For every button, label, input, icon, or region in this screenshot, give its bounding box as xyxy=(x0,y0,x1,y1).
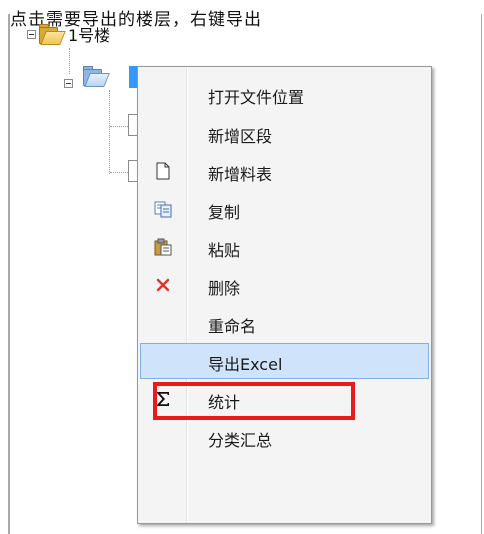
menu-item-export-excel[interactable]: 导出Excel xyxy=(140,343,429,379)
menu-item-delete[interactable]: 删除 xyxy=(140,267,429,303)
menu-item-statistics[interactable]: 统计 xyxy=(140,381,429,417)
menu-item-label: 导出Excel xyxy=(208,355,283,374)
tree-connector xyxy=(109,90,110,174)
menu-item-label: 分类汇总 xyxy=(208,431,273,450)
icon-slot xyxy=(140,191,186,227)
menu-item-label: 复制 xyxy=(208,203,241,222)
menu-item-label: 统计 xyxy=(208,393,241,412)
menu-item-open-file-location[interactable]: 打开文件位置 xyxy=(140,76,429,112)
delete-icon xyxy=(156,278,170,292)
menu-item-label: 新增料表 xyxy=(208,165,273,184)
paste-icon xyxy=(154,238,172,256)
icon-slot xyxy=(140,153,186,189)
new-document-icon xyxy=(156,162,170,180)
tree-node-root[interactable]: 1号楼 xyxy=(27,20,110,48)
tree-node-label: 1号楼 xyxy=(68,26,111,45)
folder-open-icon xyxy=(83,66,110,87)
collapse-toggle-icon[interactable] xyxy=(27,29,36,39)
menu-item-label: 删除 xyxy=(208,279,241,298)
menu-item-icon-slot xyxy=(140,76,186,112)
menu-item-label: 重命名 xyxy=(208,317,257,336)
menu-item-label: 新增区段 xyxy=(208,127,273,146)
icon-slot xyxy=(140,229,186,265)
menu-item-category-summary[interactable]: 分类汇总 xyxy=(140,419,429,455)
menu-item-icon-slot xyxy=(141,344,187,380)
context-menu: 打开文件位置 新增区段 新增料表 复制 粘贴 删除 重命名 导出Excel 统计… xyxy=(137,66,432,524)
menu-item-label: 粘贴 xyxy=(208,241,241,260)
menu-item-label: 打开文件位置 xyxy=(208,88,305,107)
menu-item-icon-slot xyxy=(140,305,186,341)
copy-icon xyxy=(154,201,172,218)
menu-item-add-section[interactable]: 新增区段 xyxy=(140,115,429,151)
icon-slot xyxy=(140,267,186,303)
menu-item-add-material-list[interactable]: 新增料表 xyxy=(140,153,429,189)
sigma-icon xyxy=(157,392,169,406)
menu-item-rename[interactable]: 重命名 xyxy=(140,305,429,341)
menu-item-copy[interactable]: 复制 xyxy=(140,191,429,227)
collapse-toggle-icon[interactable] xyxy=(64,79,73,88)
menu-item-icon-slot xyxy=(140,115,186,151)
folder-open-icon xyxy=(39,24,66,45)
tree-connector xyxy=(69,48,70,74)
icon-slot xyxy=(140,381,186,417)
menu-item-icon-slot xyxy=(140,419,186,455)
menu-item-paste[interactable]: 粘贴 xyxy=(140,229,429,265)
